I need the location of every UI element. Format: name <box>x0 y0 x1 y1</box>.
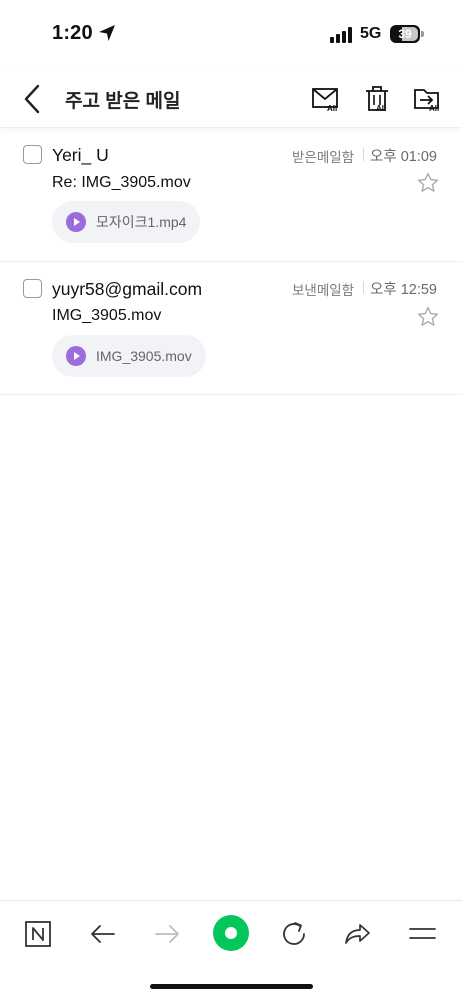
back-arrow-icon[interactable] <box>86 917 120 951</box>
battery-icon: 39 <box>390 25 424 43</box>
green-dot-icon[interactable] <box>211 913 251 953</box>
forward-arrow-icon[interactable] <box>150 917 184 951</box>
star-icon[interactable] <box>416 171 440 195</box>
mail-subject: Re: IMG_3905.mov <box>52 174 191 191</box>
status-bar: 1:20 5G 39 <box>0 0 462 70</box>
mail-checkbox[interactable] <box>23 279 42 298</box>
mail-time: 오후 01:09 <box>370 149 437 165</box>
location-arrow-icon <box>99 25 115 41</box>
attachment-chip[interactable]: IMG_3905.mov <box>52 335 206 377</box>
mail-sender: yuyr58@gmail.com <box>52 279 203 299</box>
move-all-button[interactable]: All <box>412 84 446 116</box>
header: 주고 받은 메일 All All All <box>0 70 462 128</box>
attachment-name: IMG_3905.mov <box>96 348 192 364</box>
all-label: All <box>429 104 440 113</box>
refresh-icon[interactable] <box>277 917 311 951</box>
meta-divider <box>363 148 364 161</box>
attachment-chip[interactable]: 모자이크1.mp4 <box>52 201 201 243</box>
home-indicator[interactable] <box>150 984 313 989</box>
meta-divider <box>363 281 364 294</box>
attachment-name: 모자이크1.mp4 <box>96 214 187 230</box>
all-label: All <box>376 104 387 113</box>
battery-percentage: 39 <box>398 27 412 41</box>
status-time: 1:20 <box>52 22 93 44</box>
menu-icon[interactable] <box>405 917 439 951</box>
mail-folder: 보낸메일함 <box>292 283 355 298</box>
play-icon <box>66 212 86 232</box>
network-type: 5G <box>360 25 382 42</box>
page-title: 주고 받은 메일 <box>65 91 181 112</box>
mark-all-read-button[interactable]: All <box>310 84 344 116</box>
star-icon[interactable] <box>416 305 440 329</box>
delete-all-button[interactable]: All <box>362 84 396 116</box>
all-label: All <box>327 104 338 113</box>
mail-checkbox[interactable] <box>23 145 42 164</box>
mail-time: 오후 12:59 <box>370 282 437 298</box>
mail-sender: Yeri_ U <box>52 145 109 165</box>
share-icon[interactable] <box>341 917 375 951</box>
mail-folder: 받은메일함 <box>292 150 355 165</box>
mail-subject: IMG_3905.mov <box>52 307 162 324</box>
naver-n-icon[interactable] <box>21 917 55 951</box>
play-icon <box>66 346 86 366</box>
mail-list-item[interactable]: yuyr58@gmail.com 보낸메일함 오후 12:59 IMG_3905… <box>0 262 462 395</box>
cellular-signal-icon <box>330 27 352 43</box>
back-icon[interactable] <box>18 82 48 116</box>
mail-list-item[interactable]: Yeri_ U 받은메일함 오후 01:09 Re: IMG_3905.mov … <box>0 129 462 262</box>
